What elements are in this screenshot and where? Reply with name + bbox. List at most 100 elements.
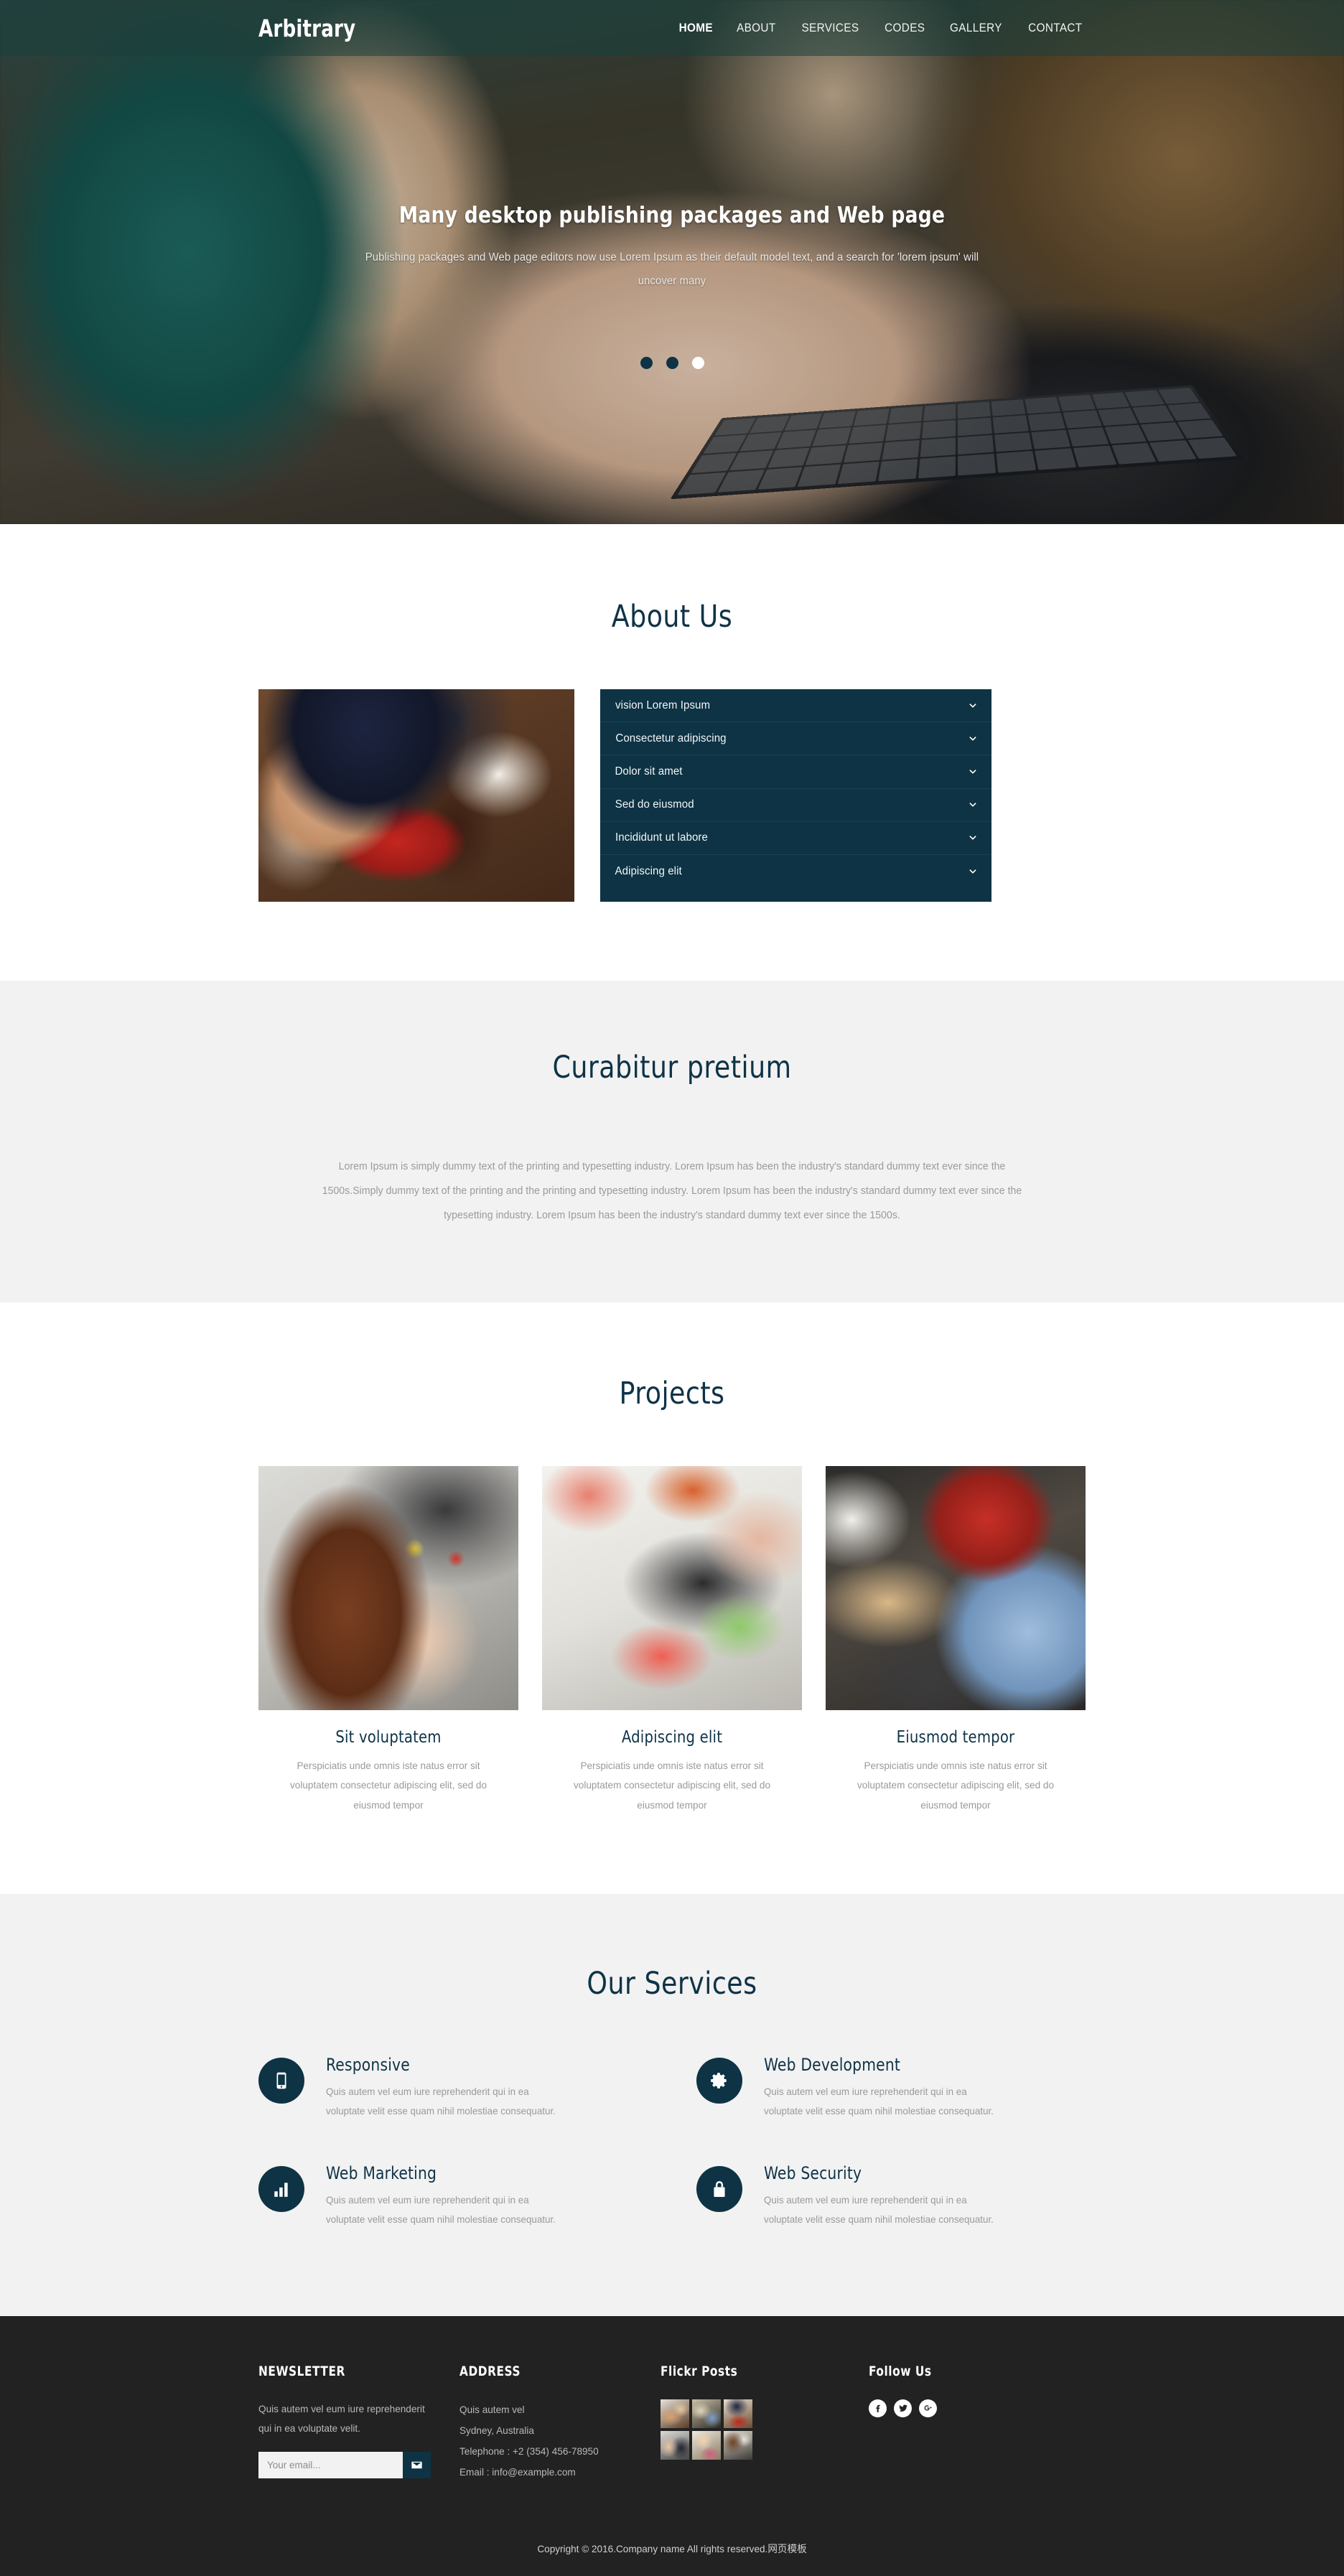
about-section: About Us vision Lorem Ipsum Consectetur … bbox=[0, 524, 1344, 981]
site-logo[interactable]: Arbitrary bbox=[258, 14, 355, 42]
address-line: Sydney, Australia bbox=[459, 2424, 534, 2436]
service-icon-badge bbox=[696, 2058, 742, 2104]
nav-item-services[interactable]: SERVICES bbox=[801, 21, 859, 35]
project-description: Perspiciatis unde omnis iste natus error… bbox=[857, 1760, 1055, 1811]
services-title: Our Services bbox=[587, 1966, 757, 2002]
service-item-web-development: Web Development Quis autem vel eum iure … bbox=[696, 2055, 1086, 2122]
project-title: Sit voluptatem bbox=[335, 1728, 442, 1747]
nav-item-home[interactable]: HOME bbox=[678, 21, 712, 35]
projects-section: Projects Sit voluptatem Perspiciatis und… bbox=[0, 1302, 1344, 1895]
accordion-item-5[interactable]: Incididunt ut labore bbox=[600, 822, 991, 855]
accordion-item-1[interactable]: vision Lorem Ipsum bbox=[600, 689, 991, 723]
nav-item-codes[interactable]: CODES bbox=[885, 21, 925, 35]
chevron-down-icon bbox=[969, 803, 976, 807]
gear-icon bbox=[711, 2073, 727, 2089]
hero-slider: Arbitrary HOME ABOUT SERVICES CODES GALL… bbox=[0, 0, 1344, 524]
footer-newsletter: NEWSLETTER Quis autem vel eum iure repre… bbox=[258, 2363, 459, 2483]
hero-title: Many desktop publishing packages and Web… bbox=[398, 202, 946, 228]
newsletter-submit-button[interactable] bbox=[403, 2452, 431, 2479]
mobile-phone-icon bbox=[276, 2072, 286, 2089]
address-email[interactable]: Email : info@example.com bbox=[459, 2462, 655, 2483]
project-title: Eiusmod tempor bbox=[896, 1728, 1015, 1747]
slider-dot-3[interactable] bbox=[691, 357, 704, 369]
newsletter-email-input[interactable] bbox=[258, 2452, 403, 2479]
projects-title: Projects bbox=[619, 1376, 725, 1412]
newsletter-form bbox=[258, 2452, 431, 2479]
about-image bbox=[258, 689, 574, 902]
service-icon-badge bbox=[258, 2058, 304, 2104]
service-description: Quis autem vel eum iure reprehenderit qu… bbox=[764, 2086, 994, 2117]
accordion-item-3[interactable]: Dolor sit amet bbox=[600, 755, 991, 789]
facebook-icon bbox=[875, 2405, 880, 2412]
google-plus-icon bbox=[924, 2405, 932, 2411]
social-link-google-plus[interactable] bbox=[919, 2399, 937, 2417]
project-title: Adipiscing elit bbox=[621, 1728, 723, 1747]
accordion-item-6[interactable]: Adipiscing elit bbox=[600, 855, 991, 888]
curabitur-body: Lorem Ipsum is simply dummy text of the … bbox=[322, 1161, 1022, 1222]
nav-item-contact[interactable]: CONTACT bbox=[1028, 21, 1082, 35]
slider-dot-2[interactable] bbox=[666, 357, 678, 369]
footer-address: ADDRESS Quis autem vel Sydney, Australia… bbox=[459, 2363, 661, 2483]
services-section: Our Services Responsive Quis autem vel e… bbox=[0, 1894, 1344, 2316]
flickr-thumb[interactable] bbox=[724, 2430, 752, 2460]
service-description: Quis autem vel eum iure reprehenderit qu… bbox=[326, 2086, 556, 2117]
accordion-label: Dolor sit amet bbox=[615, 765, 683, 778]
flickr-heading: Flickr Posts bbox=[661, 2363, 738, 2379]
nav-item-gallery[interactable]: GALLERY bbox=[950, 21, 1002, 35]
service-title: Web Security bbox=[764, 2162, 862, 2183]
flickr-thumb[interactable] bbox=[661, 2430, 689, 2460]
social-link-twitter[interactable] bbox=[894, 2399, 912, 2417]
twitter-icon bbox=[898, 2404, 907, 2412]
about-title: About Us bbox=[611, 599, 733, 635]
flickr-thumbnail-grid bbox=[661, 2399, 869, 2460]
address-line: Quis autem vel bbox=[459, 2403, 525, 2415]
project-card[interactable]: Adipiscing elit Perspiciatis unde omnis … bbox=[542, 1466, 802, 1815]
flickr-thumb[interactable] bbox=[692, 2399, 721, 2428]
accordion-label: Incididunt ut labore bbox=[615, 831, 708, 844]
chevron-down-icon bbox=[969, 769, 976, 774]
chevron-down-icon bbox=[969, 836, 976, 841]
project-image[interactable] bbox=[258, 1466, 518, 1711]
chevron-down-icon bbox=[969, 736, 976, 741]
flickr-thumb[interactable] bbox=[692, 2430, 721, 2460]
envelope-icon bbox=[411, 2462, 422, 2469]
chevron-down-icon bbox=[969, 703, 976, 708]
address-heading: ADDRESS bbox=[459, 2363, 521, 2379]
follow-heading: Follow Us bbox=[869, 2363, 932, 2379]
service-title: Web Marketing bbox=[326, 2162, 437, 2183]
flickr-thumb[interactable] bbox=[724, 2399, 752, 2428]
main-navigation: HOME ABOUT SERVICES CODES GALLERY CONTAC… bbox=[677, 21, 1086, 35]
nav-item-about[interactable]: ABOUT bbox=[737, 21, 776, 35]
bar-chart-icon bbox=[274, 2183, 288, 2197]
service-icon-badge bbox=[258, 2165, 304, 2212]
service-description: Quis autem vel eum iure reprehenderit qu… bbox=[326, 2194, 556, 2225]
service-item-responsive: Responsive Quis autem vel eum iure repre… bbox=[258, 2055, 648, 2122]
project-image[interactable] bbox=[542, 1466, 802, 1711]
site-header: Arbitrary HOME ABOUT SERVICES CODES GALL… bbox=[0, 0, 1344, 56]
newsletter-text: Quis autem vel eum iure reprehenderit qu… bbox=[258, 2402, 425, 2434]
hero-subtitle: Publishing packages and Web page editors… bbox=[365, 251, 979, 288]
accordion-item-2[interactable]: Consectetur adipiscing bbox=[600, 722, 991, 756]
slider-dot-1[interactable] bbox=[640, 357, 653, 369]
lock-icon bbox=[714, 2180, 725, 2197]
service-item-web-marketing: Web Marketing Quis autem vel eum iure re… bbox=[258, 2163, 648, 2230]
curabitur-section: Curabitur pretium Lorem Ipsum is simply … bbox=[0, 981, 1344, 1303]
service-item-web-security: Web Security Quis autem vel eum iure rep… bbox=[696, 2163, 1086, 2230]
accordion-item-4[interactable]: Sed do eiusmod bbox=[600, 789, 991, 822]
curabitur-title: Curabitur pretium bbox=[552, 1050, 792, 1086]
social-links bbox=[869, 2399, 1048, 2417]
accordion-label: Adipiscing elit bbox=[615, 865, 682, 878]
site-footer: NEWSLETTER Quis autem vel eum iure repre… bbox=[0, 2315, 1344, 2576]
service-title: Web Development bbox=[764, 2055, 901, 2076]
slider-pagination bbox=[0, 357, 1344, 369]
footer-follow: Follow Us bbox=[869, 2363, 1048, 2483]
project-card[interactable]: Eiusmod tempor Perspiciatis unde omnis i… bbox=[826, 1466, 1086, 1815]
address-phone: Telephone : +2 (354) 456-78950 bbox=[459, 2445, 599, 2457]
flickr-thumb[interactable] bbox=[661, 2399, 689, 2428]
project-image[interactable] bbox=[826, 1466, 1086, 1711]
social-link-facebook[interactable] bbox=[869, 2399, 887, 2417]
project-card[interactable]: Sit voluptatem Perspiciatis unde omnis i… bbox=[258, 1466, 518, 1815]
service-description: Quis autem vel eum iure reprehenderit qu… bbox=[764, 2194, 994, 2225]
newsletter-heading: NEWSLETTER bbox=[258, 2363, 345, 2379]
page-root: Arbitrary HOME ABOUT SERVICES CODES GALL… bbox=[0, 0, 1344, 2576]
